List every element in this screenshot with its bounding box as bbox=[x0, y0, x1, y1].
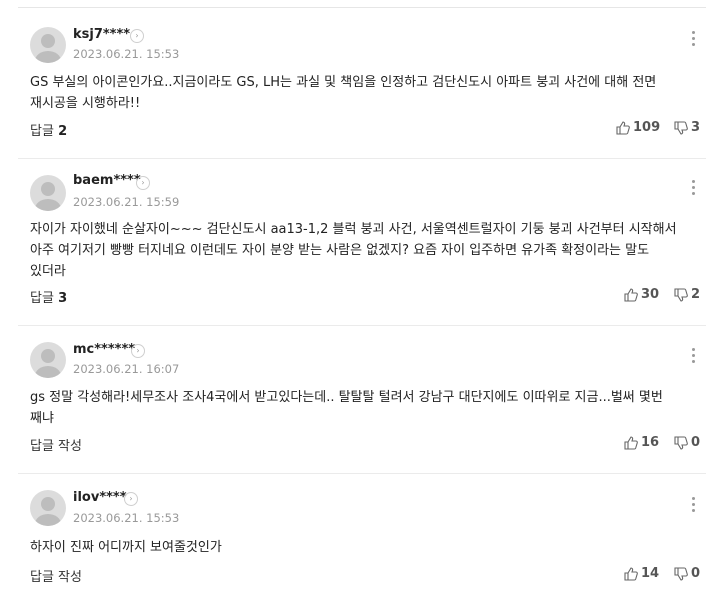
like-count: 109 bbox=[633, 120, 661, 135]
comment-date: 2023.06.21. 15:53 bbox=[73, 47, 180, 61]
dislike-count: 0 bbox=[691, 566, 701, 581]
comment-divider bbox=[18, 158, 706, 159]
reply-label: 답글 작성 bbox=[30, 570, 82, 585]
dislike-count: 0 bbox=[691, 435, 701, 450]
default-avatar-icon bbox=[35, 182, 61, 211]
avatar[interactable] bbox=[30, 27, 66, 63]
more-options-icon[interactable] bbox=[690, 348, 696, 366]
reply-count: 3 bbox=[58, 291, 68, 306]
thumbs-up-icon bbox=[616, 120, 630, 135]
comment-line: 하자이 진짜 어디까지 보여줄것인가 bbox=[30, 540, 222, 555]
profile-arrow-icon[interactable]: › bbox=[131, 344, 145, 358]
reply-label: 답글 bbox=[30, 291, 54, 306]
comment-line: 재시공을 시행하라!! bbox=[30, 96, 141, 111]
more-options-icon[interactable] bbox=[690, 31, 696, 49]
default-avatar-icon bbox=[35, 349, 61, 378]
thumbs-down-icon bbox=[674, 566, 688, 581]
thumbs-down-icon bbox=[674, 120, 688, 135]
dislike-button[interactable]: 0 bbox=[674, 566, 700, 581]
comment-line: 자이가 자이했네 순살자이~~~ 검단신도시 aa13-1,2 블럭 붕괴 사건… bbox=[30, 222, 677, 237]
like-button[interactable]: 30 bbox=[624, 287, 659, 302]
comment-divider bbox=[18, 473, 706, 474]
reply-button[interactable]: 답글 2 bbox=[30, 120, 67, 139]
comment-text: gs 정말 각성해라!세무조사 조사4국에서 받고있다는데.. 탈탈탈 털려서 … bbox=[30, 387, 680, 429]
reply-count: 2 bbox=[58, 124, 68, 139]
comment-date: 2023.06.21. 16:07 bbox=[73, 362, 180, 376]
comment-nickname[interactable]: ilov**** bbox=[73, 490, 127, 505]
comment-date: 2023.06.21. 15:59 bbox=[73, 195, 180, 209]
comment-line: GS 부실의 아이콘인가요..지금이라도 GS, LH는 과실 및 책임을 인정… bbox=[30, 75, 657, 90]
comment-text: GS 부실의 아이콘인가요..지금이라도 GS, LH는 과실 및 책임을 인정… bbox=[30, 72, 680, 114]
like-button[interactable]: 109 bbox=[616, 120, 660, 135]
more-options-icon[interactable] bbox=[690, 180, 696, 198]
dislike-count: 3 bbox=[691, 120, 701, 135]
thumbs-down-icon bbox=[674, 287, 688, 302]
comment-line: 있더라 bbox=[30, 264, 66, 279]
thumbs-up-icon bbox=[624, 287, 638, 302]
more-options-icon[interactable] bbox=[690, 497, 696, 515]
reply-button[interactable]: 답글 3 bbox=[30, 287, 67, 306]
thumbs-up-icon bbox=[624, 566, 638, 581]
thumbs-down-icon bbox=[674, 435, 688, 450]
comment-line: 째냐 bbox=[30, 411, 54, 426]
comment-line: 아주 여기저기 빵빵 터지네요 이런데도 자이 분양 받는 사람은 없겠지? 요… bbox=[30, 243, 650, 258]
reply-button[interactable]: 답글 작성 bbox=[30, 435, 82, 454]
comment-date: 2023.06.21. 15:53 bbox=[73, 511, 180, 525]
profile-arrow-icon[interactable]: › bbox=[124, 492, 138, 506]
like-count: 30 bbox=[641, 287, 660, 302]
reply-button[interactable]: 답글 작성 bbox=[30, 566, 82, 585]
dislike-button[interactable]: 0 bbox=[674, 435, 700, 450]
dislike-button[interactable]: 2 bbox=[674, 287, 700, 302]
profile-arrow-icon[interactable]: › bbox=[136, 176, 150, 190]
avatar[interactable] bbox=[30, 175, 66, 211]
like-button[interactable]: 16 bbox=[624, 435, 659, 450]
comment-nickname[interactable]: ksj7**** bbox=[73, 27, 130, 42]
dislike-count: 2 bbox=[691, 287, 701, 302]
comment-text: 하자이 진짜 어디까지 보여줄것인가 bbox=[30, 537, 680, 558]
comment-line: gs 정말 각성해라!세무조사 조사4국에서 받고있다는데.. 탈탈탈 털려서 … bbox=[30, 390, 663, 405]
comment-text: 자이가 자이했네 순살자이~~~ 검단신도시 aa13-1,2 블럭 붕괴 사건… bbox=[30, 219, 680, 282]
comment-nickname[interactable]: baem**** bbox=[73, 173, 141, 188]
default-avatar-icon bbox=[35, 497, 61, 526]
profile-arrow-icon[interactable]: › bbox=[130, 29, 144, 43]
reply-label: 답글 작성 bbox=[30, 439, 82, 454]
like-count: 14 bbox=[641, 566, 660, 581]
top-divider bbox=[18, 7, 706, 8]
dislike-button[interactable]: 3 bbox=[674, 120, 700, 135]
reply-label: 답글 bbox=[30, 124, 54, 139]
comment-divider bbox=[18, 325, 706, 326]
like-button[interactable]: 14 bbox=[624, 566, 659, 581]
avatar[interactable] bbox=[30, 490, 66, 526]
default-avatar-icon bbox=[35, 34, 61, 63]
comment-nickname[interactable]: mc****** bbox=[73, 342, 135, 357]
avatar[interactable] bbox=[30, 342, 66, 378]
like-count: 16 bbox=[641, 435, 660, 450]
thumbs-up-icon bbox=[624, 435, 638, 450]
